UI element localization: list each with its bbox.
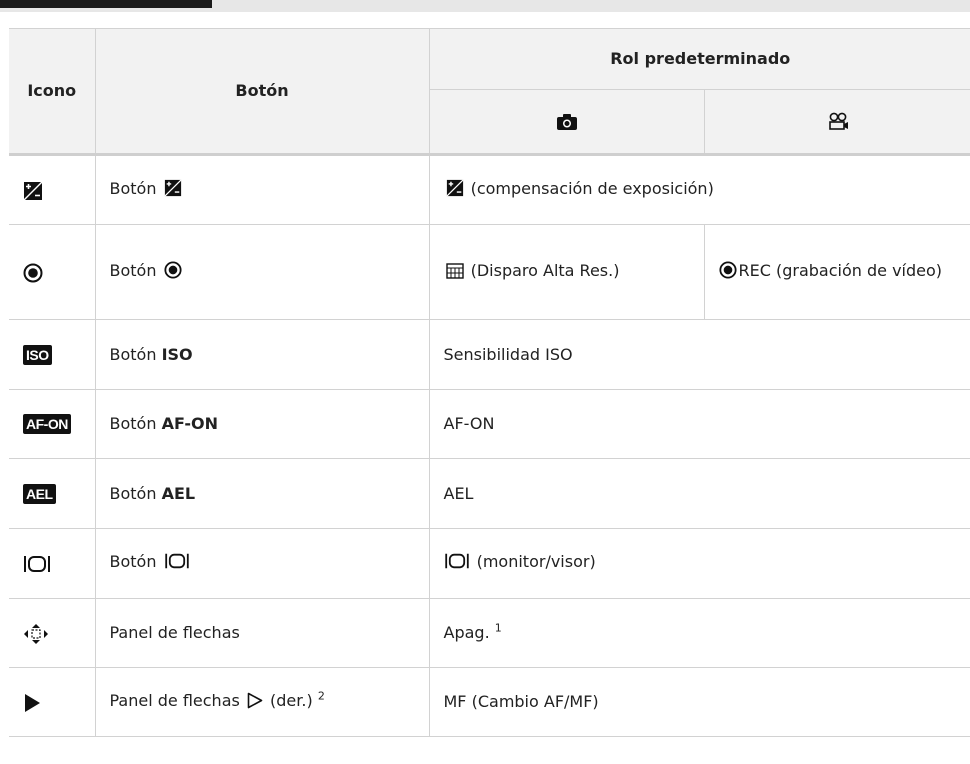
button-roles-table: Icono Botón Rol predeterminado Botón (co… xyxy=(9,28,970,737)
role-text: (Disparo Alta Res.) xyxy=(470,260,620,280)
role-cell: AF-ON xyxy=(428,389,970,459)
button-cell: Botón xyxy=(94,528,430,599)
icon-cell xyxy=(9,154,96,225)
button-name: AF-ON xyxy=(161,414,219,433)
record-icon xyxy=(23,263,43,283)
role-text: AEL xyxy=(443,483,474,503)
button-label: Panel de flechas xyxy=(109,690,240,710)
high-res-shot-icon xyxy=(445,261,464,287)
role-text: (compensación de exposición) xyxy=(470,178,714,198)
role-cell: (monitor/visor) xyxy=(428,528,970,599)
icon-cell xyxy=(9,667,96,737)
button-label: Botón xyxy=(109,414,157,433)
button-label: Botón xyxy=(109,552,157,571)
button-cell: Botón AF-ON xyxy=(94,389,430,459)
role-text: REC (grabación de vídeo) xyxy=(738,260,943,280)
role-text: Sensibilidad ISO xyxy=(443,344,573,364)
header-photo-mode xyxy=(428,89,705,156)
role-cell: Apag. 1 xyxy=(428,598,970,668)
button-label: Botón xyxy=(109,344,157,364)
section-title-fragment xyxy=(0,0,212,8)
button-label: Botón xyxy=(109,260,157,280)
button-label: Botón xyxy=(109,178,157,198)
ael-icon: AEL xyxy=(23,483,56,504)
header-icon: Icono xyxy=(9,28,96,156)
top-band xyxy=(0,0,970,12)
icon-cell: ISO xyxy=(9,319,96,390)
table-row: Panel de flechas Apag. 1 xyxy=(9,598,970,668)
icon-cell: AEL xyxy=(9,458,96,529)
table-row: Botón (monitor/visor) xyxy=(9,528,970,599)
movie-icon xyxy=(827,112,849,132)
role-text: Apag. xyxy=(443,623,490,642)
role-cell: (compensación de exposición) xyxy=(428,154,970,225)
header-default-role: Rol predeterminado xyxy=(428,28,970,90)
icon-cell xyxy=(9,528,96,599)
record-icon xyxy=(164,260,182,287)
record-icon xyxy=(718,260,737,287)
role-movie-cell: REC (grabación de vídeo) xyxy=(703,224,970,320)
footnote-marker: 2 xyxy=(317,689,325,703)
role-text: MF (Cambio AF/MF) xyxy=(443,692,599,711)
button-name: AEL xyxy=(161,483,196,503)
role-text: AF-ON xyxy=(443,414,495,433)
icon-cell: AF-ON xyxy=(9,389,96,459)
exposure-compensation-icon xyxy=(164,178,182,205)
button-cell: Botón xyxy=(94,154,430,225)
button-cell: Botón AEL xyxy=(94,458,430,529)
iso-icon: ISO xyxy=(23,344,52,365)
role-cell: MF (Cambio AF/MF) xyxy=(428,667,970,737)
icon-cell xyxy=(9,598,96,668)
header-button: Botón xyxy=(94,28,430,156)
table-row: ISO Botón ISO Sensibilidad ISO xyxy=(9,319,970,390)
monitor-viewfinder-icon xyxy=(444,552,470,578)
button-suffix: (der.) xyxy=(270,690,313,710)
play-icon xyxy=(23,693,41,713)
camera-icon xyxy=(556,113,578,131)
role-photo-cell: (Disparo Alta Res.) xyxy=(428,224,705,320)
header-row: Icono Botón Rol predeterminado xyxy=(9,28,970,156)
button-name: ISO xyxy=(161,344,193,364)
button-label: Botón xyxy=(109,483,157,503)
role-cell: Sensibilidad ISO xyxy=(428,319,970,390)
role-cell: AEL xyxy=(428,458,970,529)
monitor-viewfinder-icon xyxy=(23,554,51,574)
icon-cell xyxy=(9,224,96,320)
monitor-viewfinder-icon xyxy=(164,552,190,578)
button-cell: Panel de flechas xyxy=(94,598,430,668)
table-row: AF-ON Botón AF-ON AF-ON xyxy=(9,389,970,459)
right-arrow-icon xyxy=(247,691,263,717)
footnote-marker: 1 xyxy=(494,621,502,635)
header-movie-mode xyxy=(703,89,970,156)
button-label: Panel de flechas xyxy=(109,623,240,642)
button-cell: Botón xyxy=(94,224,430,320)
table-row: Botón (Disparo Alta Res.) REC (grabación… xyxy=(9,224,970,320)
exposure-compensation-icon xyxy=(23,181,43,201)
table-row: Botón (compensación de exposición) xyxy=(9,154,970,225)
button-cell: Botón ISO xyxy=(94,319,430,390)
table-row: AEL Botón AEL AEL xyxy=(9,458,970,529)
button-cell: Panel de flechas (der.) 2 xyxy=(94,667,430,737)
af-on-icon: AF-ON xyxy=(23,414,71,434)
role-text: (monitor/visor) xyxy=(476,552,596,571)
exposure-compensation-icon xyxy=(445,178,464,205)
table-row: Panel de flechas (der.) 2 MF (Cambio AF/… xyxy=(9,667,970,737)
arrow-pad-icon xyxy=(23,623,49,645)
